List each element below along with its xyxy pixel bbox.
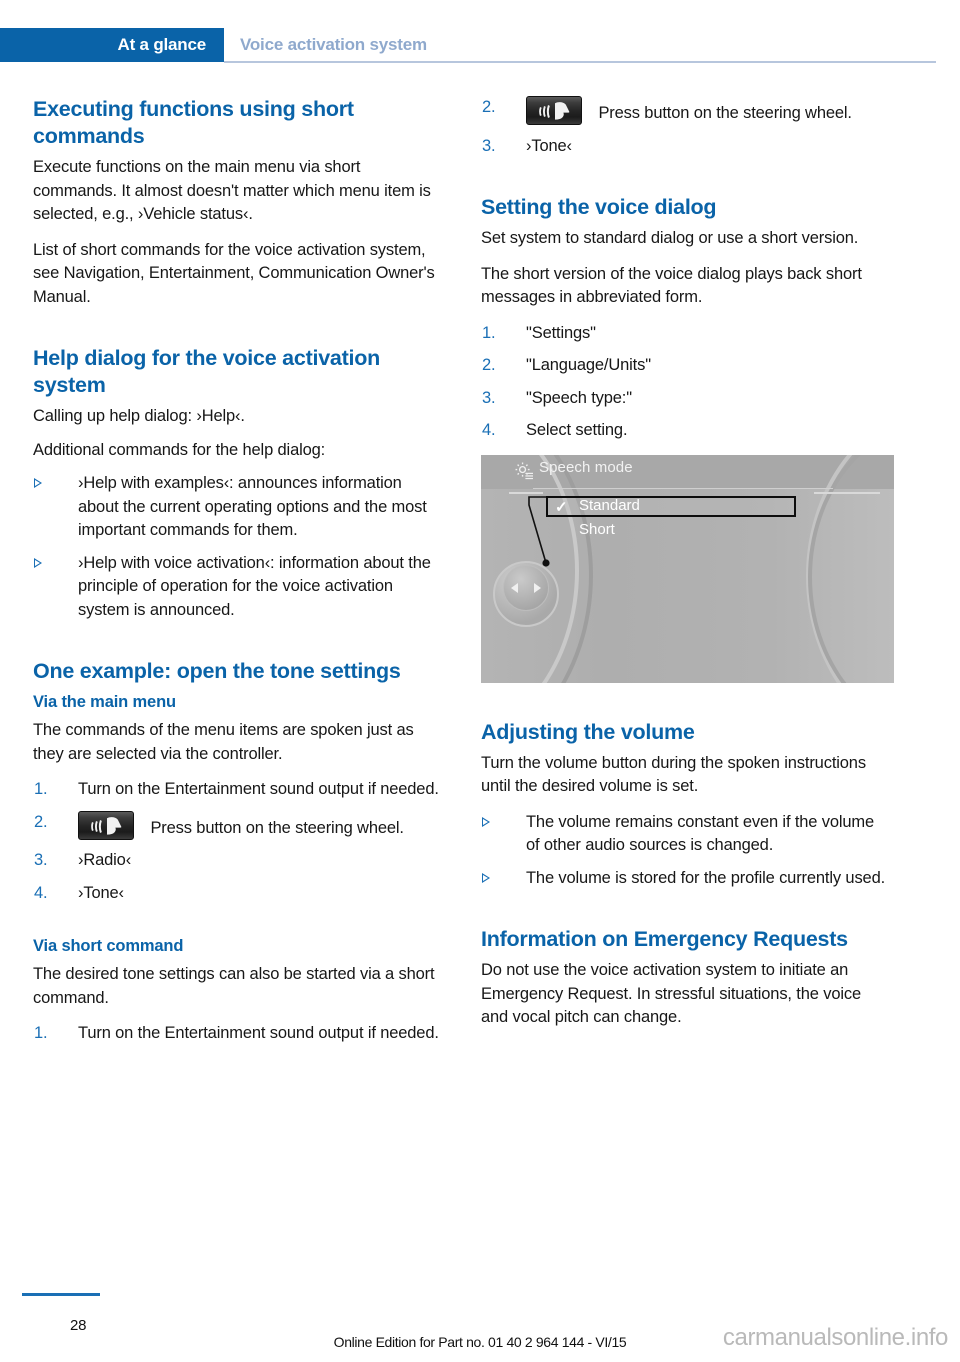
step-text: ›Tone‹ (78, 883, 124, 902)
chapter-tab[interactable]: At a glance (0, 28, 224, 62)
step-text: "Language/Units" (526, 356, 651, 374)
page-number: 28 (70, 1317, 87, 1334)
heading-setting-voice-dialog: Setting the voice dialog (481, 195, 717, 219)
volume-bullet-list: The volume remains constant even if the … (481, 811, 891, 891)
step-number: 3. (482, 136, 496, 155)
steps-via-main-menu: 1. Turn on the Entertainment sound outpu… (33, 778, 443, 905)
list-item: 3. ›Tone‹ (481, 135, 891, 159)
settings-gear-icon (514, 461, 533, 485)
list-item: 2. Press button on the steering wheel. (33, 810, 443, 841)
step-number: 2. (482, 98, 496, 116)
paragraph-turn-volume-button: Turn the volume button during the spoken… (481, 753, 866, 796)
step-text: Select setting. (526, 421, 628, 439)
steps-setting-voice-dialog: 1. "Settings" 2. "Language/Units" 3. "Sp… (481, 322, 891, 443)
right-column: 2. Press button on the steering wheel. 3… (481, 96, 894, 1042)
list-item: ›Help with voice activation‹: informatio… (33, 552, 443, 623)
list-item: 1. Turn on the Entertainment sound outpu… (33, 778, 443, 802)
menu-option-short[interactable]: Short (579, 521, 615, 538)
bezel-line-right (814, 491, 880, 494)
heading-adjusting-volume: Adjusting the volume (481, 719, 695, 744)
list-item: 1. "Settings" (481, 322, 891, 346)
screen-title-divider (533, 487, 833, 489)
step-number: 1. (482, 323, 496, 342)
step-number: 4. (34, 883, 48, 902)
list-item: 2. Press button on the steering wheel. (481, 96, 891, 126)
list-item: ›Help with examples‹: announces informat… (33, 472, 443, 543)
list-item: 2. "Language/Units" (481, 354, 891, 378)
watermark: carmanualsonline.info (722, 1324, 948, 1351)
list-item-text: The volume remains constant even if the … (526, 812, 875, 855)
step-number: 3. (34, 851, 48, 869)
list-item-text: ›Help with voice activation‹: informatio… (78, 553, 431, 619)
subheading-via-short-command: Via short command (33, 937, 184, 955)
list-item-text: ›Help with examples‹: announces informat… (78, 474, 427, 539)
list-item-text: The volume is stored for the profile cur… (526, 868, 886, 887)
idrive-speech-mode-illustration: Speech mode ✓ Standard Short (481, 454, 894, 683)
step-text: Turn on the Entertainment sound output i… (78, 1024, 439, 1042)
step-number: 3. (482, 388, 496, 407)
left-column: Executing functions using short commands… (33, 96, 443, 1058)
list-item: 3. ›Radio‹ (33, 849, 443, 873)
step-number: 2. (34, 812, 48, 831)
step-text: "Settings" (526, 323, 596, 342)
list-item: 4. ›Tone‹ (33, 882, 443, 906)
step-text: "Speech type:" (526, 388, 632, 407)
triangle-bullet-icon (482, 816, 490, 827)
list-item: The volume is stored for the profile cur… (481, 867, 891, 891)
paragraph-desired-tone-settings: The desired tone settings can also be st… (33, 965, 435, 1007)
paragraph-list-of-short-commands: List of short commands for the voice act… (33, 240, 435, 306)
steps-continued: 2. Press button on the steering wheel. 3… (481, 96, 891, 158)
triangle-bullet-icon (34, 478, 42, 488)
list-item: 1. Turn on the Entertainment sound outpu… (33, 1022, 443, 1046)
idrive-controller-knob[interactable] (503, 564, 549, 611)
paragraph-calling-up-help: Calling up help dialog: ›Help‹. (33, 407, 245, 425)
heading-help-dialog: Help dialog for the voice activation sys… (33, 346, 381, 397)
page-header: At a glance Voice activation system (0, 28, 960, 63)
controller-arrow-right-icon (534, 582, 541, 593)
list-item: 4. Select setting. (481, 419, 891, 443)
footer-divider (22, 1293, 100, 1296)
heading-executing-functions: Executing functions using short commands (33, 97, 354, 148)
paragraph-short-version: The short version of the voice dialog pl… (481, 264, 862, 307)
voice-button-icon (78, 810, 134, 840)
checkmark-icon: ✓ (555, 498, 568, 516)
list-item: The volume remains constant even if the … (481, 811, 891, 858)
heading-emergency-requests: Information on Emergency Requests (481, 927, 848, 951)
screen-title: Speech mode (539, 458, 633, 476)
step-text: ›Tone‹ (526, 136, 572, 155)
paragraph-set-system: Set system to standard dialog or use a s… (481, 229, 859, 247)
list-item: 3. "Speech type:" (481, 387, 891, 411)
triangle-bullet-icon (482, 872, 490, 883)
section-title: Voice activation system (240, 35, 427, 54)
controller-arrow-left-icon (511, 582, 518, 593)
menu-option-standard[interactable]: Standard (579, 497, 640, 514)
paragraph-emergency-request: Do not use the voice activation system t… (481, 961, 861, 1026)
step-text: Press button on the steering wheel. (150, 818, 404, 837)
chapter-tab-label: At a glance (117, 35, 207, 54)
heading-one-example-tone-settings: One example: open the tone settings (33, 659, 401, 683)
step-number: 1. (34, 780, 48, 798)
subheading-via-main-menu: Via the main menu (33, 693, 176, 711)
step-number: 1. (34, 1024, 48, 1042)
header-divider (224, 61, 936, 63)
voice-button-icon (526, 96, 582, 125)
steps-via-short-command: 1. Turn on the Entertainment sound outpu… (33, 1022, 443, 1046)
paragraph-additional-commands: Additional commands for the help dialog: (33, 440, 326, 459)
step-number: 4. (482, 421, 496, 439)
step-number: 2. (482, 356, 496, 374)
step-text: Press button on the steering wheel. (598, 104, 852, 122)
bezel-line-left (509, 491, 543, 494)
step-text: Turn on the Entertainment sound output i… (78, 780, 439, 798)
paragraph-execute-functions: Execute functions on the main menu via s… (33, 158, 431, 223)
paragraph-commands-spoken: The commands of the menu items are spoke… (33, 721, 414, 763)
help-dialog-bullet-list: ›Help with examples‹: announces informat… (33, 472, 443, 622)
triangle-bullet-icon (34, 557, 42, 568)
step-text: ›Radio‹ (78, 851, 132, 869)
